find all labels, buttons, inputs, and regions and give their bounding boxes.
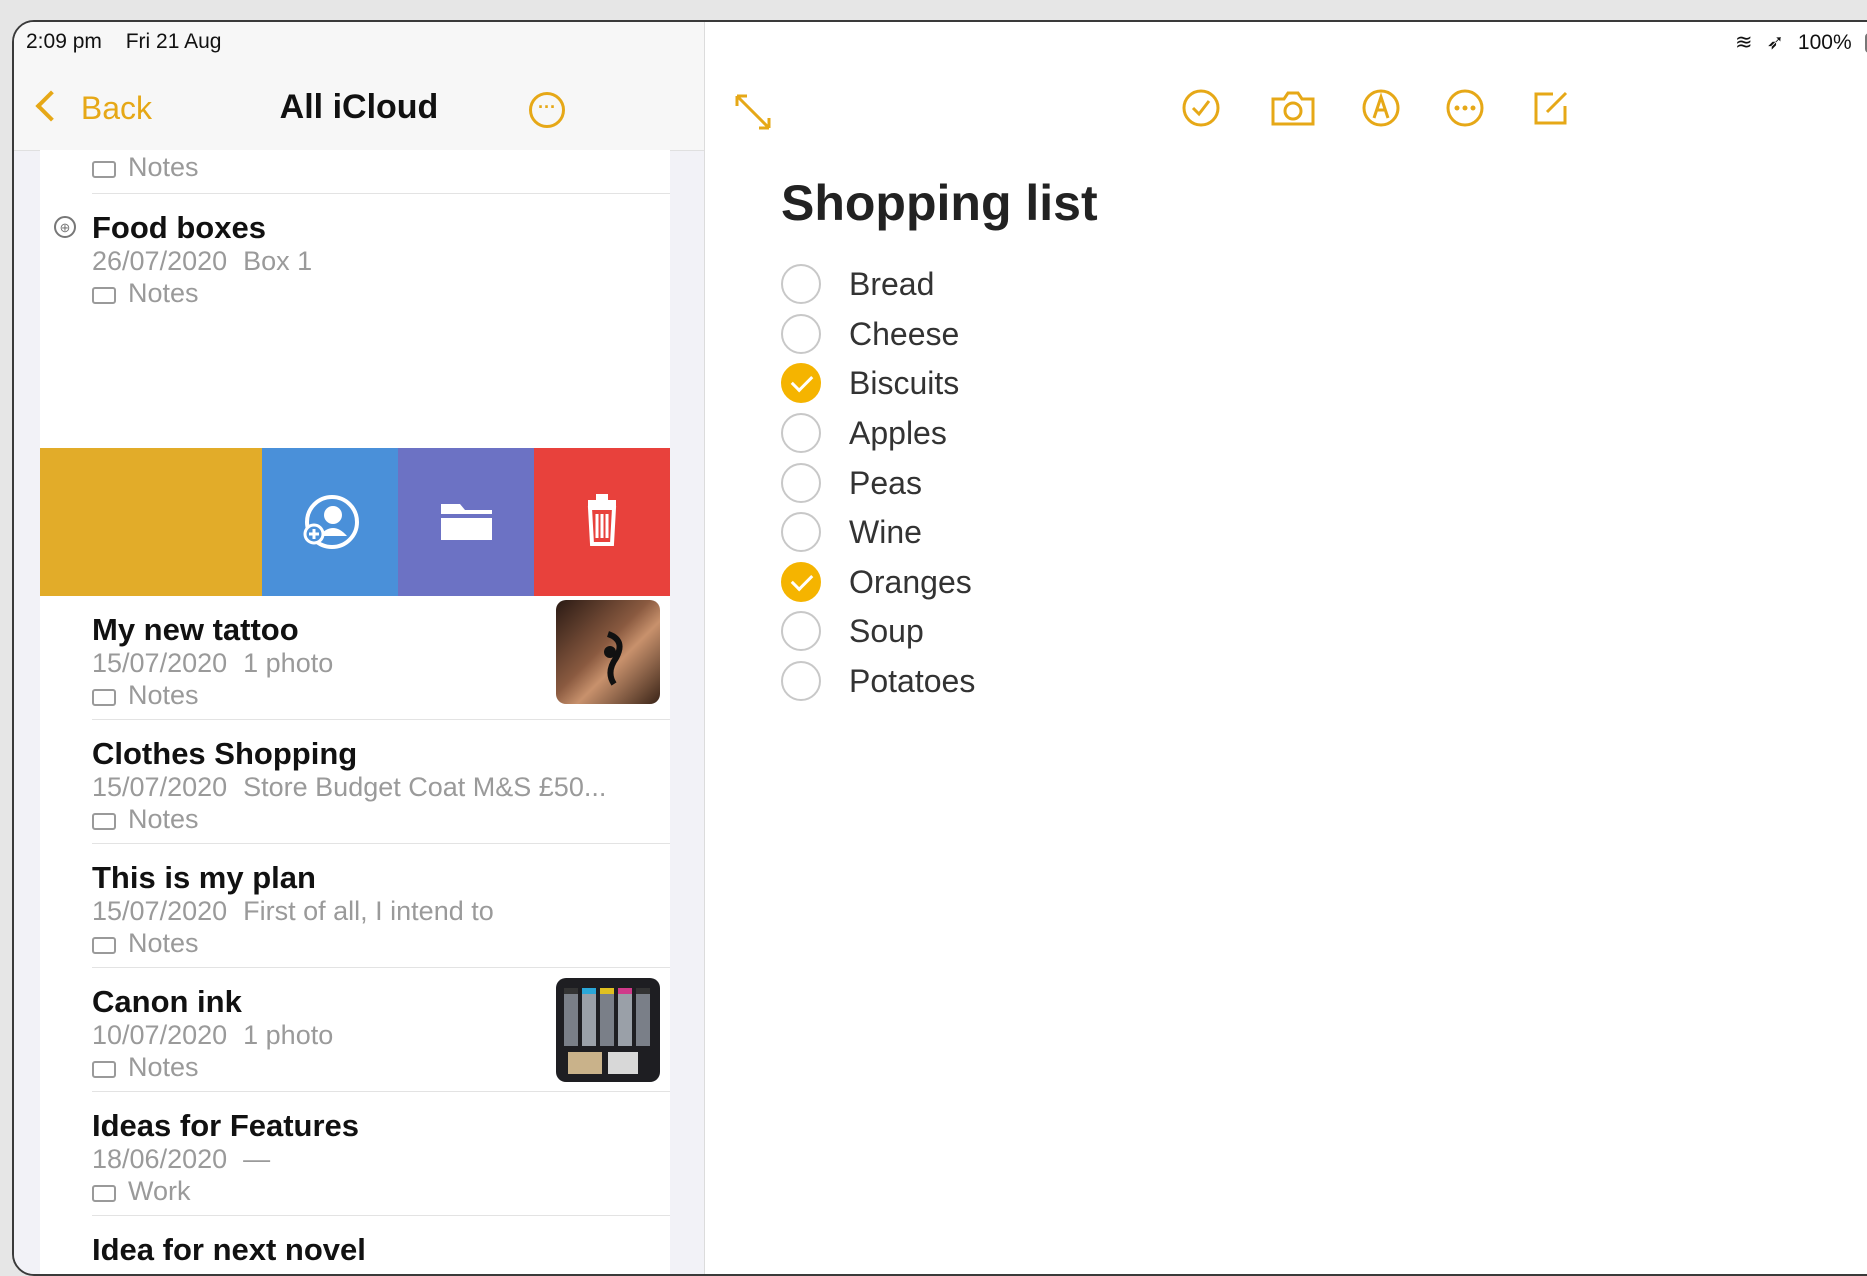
status-bar-left: 2:09 pm Fri 21 Aug — [26, 30, 239, 54]
status-time: 2:09 pm — [26, 30, 102, 53]
folder-icon — [441, 504, 492, 540]
note-meta: 15/07/2020 Store Budget Coat M&S £50... — [92, 772, 606, 803]
list-item[interactable]: ⊕ Food boxes 26/07/2020 Box 1 Notes — [40, 194, 670, 324]
note-folder: Notes — [92, 680, 199, 711]
checklist-label[interactable]: Peas — [849, 465, 922, 502]
compose-icon[interactable] — [1531, 88, 1571, 128]
note-title: Ideas for Features — [92, 1108, 360, 1143]
delete-button[interactable] — [534, 448, 670, 596]
note-title: My new tattoo — [92, 612, 299, 647]
note-folder: Notes — [92, 1052, 199, 1083]
checkbox[interactable] — [781, 661, 821, 701]
note-meta: 15/07/2020 First of all, I intend to — [92, 896, 494, 927]
checklist-label[interactable]: Oranges — [849, 564, 972, 601]
location-icon: ➶ — [1766, 31, 1785, 54]
note-meta: 15/07/2020 1 photo — [92, 648, 333, 679]
checkbox[interactable] — [781, 264, 821, 304]
note-date: 18/06/2020 — [92, 1144, 228, 1174]
list-item[interactable]: Idea for next novel — [40, 1216, 670, 1274]
battery-percent: 100% — [1797, 31, 1852, 54]
share-button[interactable] — [262, 448, 398, 596]
note-folder: Notes — [92, 804, 199, 835]
note-date: 15/07/2020 — [92, 896, 228, 926]
folder-icon — [92, 937, 116, 954]
swiped-note[interactable] — [40, 448, 262, 596]
note-title: Idea for next novel — [92, 1232, 366, 1267]
trash-icon — [587, 494, 617, 546]
list-item[interactable]: Notes — [40, 150, 670, 194]
wifi-icon: ≋ — [1735, 31, 1753, 54]
folder-icon — [92, 1061, 116, 1078]
note-date: 10/07/2020 — [92, 1020, 228, 1050]
note-preview: First of all, I intend to — [243, 896, 494, 926]
list-item[interactable]: Canon ink 10/07/2020 1 photo Notes — [40, 968, 670, 1092]
more-icon[interactable] — [1445, 88, 1485, 128]
checklist-label[interactable]: Potatoes — [849, 663, 975, 700]
note-preview: Box 1 — [243, 246, 313, 276]
note-meta: 18/06/2020 — — [92, 1144, 270, 1175]
note-preview: 1 photo — [243, 648, 334, 678]
note-title[interactable]: Shopping list — [781, 174, 1098, 232]
checklist-label[interactable]: Biscuits — [849, 365, 959, 402]
checklist-label[interactable]: Cheese — [849, 316, 959, 353]
folder-icon — [92, 287, 116, 304]
checkbox[interactable] — [781, 314, 821, 354]
checkbox[interactable] — [781, 611, 821, 651]
checklist-icon[interactable] — [1181, 88, 1221, 128]
note-title: This is my plan — [92, 860, 316, 895]
note-title: Canon ink — [92, 984, 242, 1019]
shared-icon: ⊕ — [54, 216, 76, 238]
note-preview: — — [243, 1144, 271, 1174]
folder-icon — [92, 161, 116, 178]
checkbox[interactable] — [781, 463, 821, 503]
notes-sidebar: 2:09 pm Fri 21 Aug Back All iCloud ··· N… — [14, 22, 705, 1274]
list-item[interactable]: My new tattoo 15/07/2020 1 photo Notes — [40, 596, 670, 720]
note-preview: Store Budget Coat M&S £50... — [243, 772, 607, 802]
checklist-label[interactable]: Apples — [849, 415, 947, 452]
note-folder: Notes — [92, 278, 199, 309]
status-bar-right: ≋ ➶ 100% — [1735, 30, 1867, 55]
sidebar-header: 2:09 pm Fri 21 Aug Back All iCloud ··· — [14, 22, 704, 151]
note-title: Food boxes — [92, 210, 266, 245]
list-item[interactable]: Ideas for Features 18/06/2020 — Work — [40, 1092, 670, 1216]
sidebar-title: All iCloud — [279, 88, 439, 126]
checkbox[interactable] — [781, 413, 821, 453]
checkbox[interactable] — [781, 512, 821, 552]
checkbox-checked[interactable] — [781, 562, 821, 602]
note-title: Clothes Shopping — [92, 736, 358, 771]
note-folder: Notes — [92, 152, 199, 183]
status-date: Fri 21 Aug — [125, 30, 222, 53]
note-meta: 10/07/2020 1 photo — [92, 1020, 333, 1051]
checklist-label[interactable]: Bread — [849, 266, 934, 303]
move-button[interactable] — [398, 448, 534, 596]
list-item[interactable]: This is my plan 15/07/2020 First of all, … — [40, 844, 670, 968]
folder-icon — [92, 689, 116, 706]
note-editor: ≋ ➶ 100% Shopping list Bread Cheese Bisc… — [705, 22, 1867, 1274]
notes-list: Notes ⊕ Food boxes 26/07/2020 Box 1 Notes — [40, 150, 670, 1274]
note-thumbnail — [556, 600, 660, 704]
expand-icon[interactable] — [733, 92, 773, 132]
note-preview: 1 photo — [243, 1020, 334, 1050]
checklist-label[interactable]: Soup — [849, 613, 924, 650]
checkbox-checked[interactable] — [781, 363, 821, 403]
note-date: 15/07/2020 — [92, 648, 228, 678]
note-date: 26/07/2020 — [92, 246, 228, 276]
markup-icon[interactable] — [1361, 88, 1401, 128]
camera-icon[interactable] — [1269, 88, 1317, 128]
note-folder: Notes — [92, 928, 199, 959]
note-meta: 26/07/2020 Box 1 — [92, 246, 312, 277]
note-date: 15/07/2020 — [92, 772, 228, 802]
swipe-actions — [40, 448, 670, 596]
note-folder: Work — [92, 1176, 191, 1207]
folder-icon — [92, 813, 116, 830]
list-item[interactable]: Clothes Shopping 15/07/2020 Store Budget … — [40, 720, 670, 844]
checklist-label[interactable]: Wine — [849, 514, 922, 551]
folder-icon — [92, 1185, 116, 1202]
note-thumbnail — [556, 978, 660, 1082]
more-icon[interactable]: ··· — [529, 92, 565, 128]
share-user-icon — [303, 495, 359, 549]
ipad-screen: 2:09 pm Fri 21 Aug Back All iCloud ··· N… — [12, 20, 1867, 1276]
